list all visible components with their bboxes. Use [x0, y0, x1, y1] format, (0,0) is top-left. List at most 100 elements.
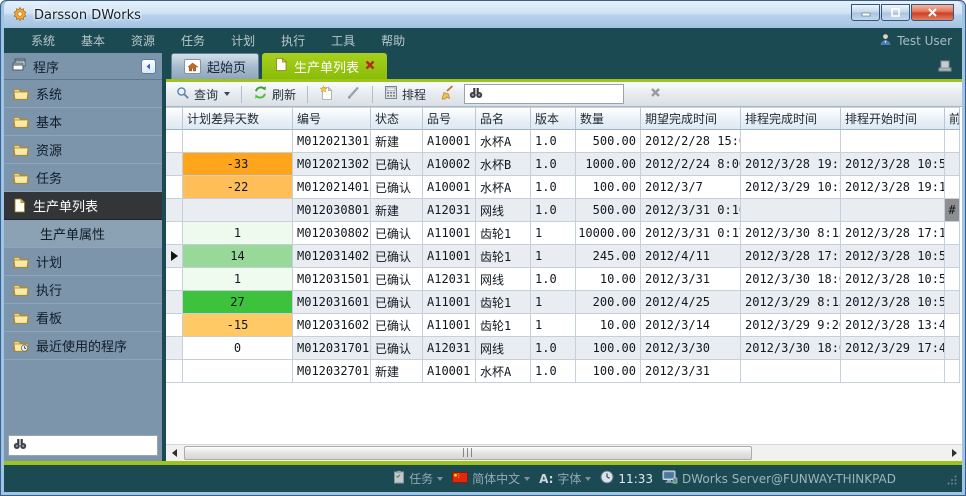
cell-sched_end: 2012/3/30 18:00 [741, 337, 841, 360]
column-header-7[interactable]: 数量 [576, 107, 641, 130]
menu-item-5[interactable]: 执行 [268, 28, 318, 53]
sidebar-collapse-button[interactable] [141, 59, 156, 74]
sidebar-item-3[interactable]: 任务 [4, 164, 162, 192]
sidebar-item-9[interactable]: 最近使用的程序 [4, 332, 162, 360]
cell-code: M012032701 [293, 360, 371, 383]
sidebar-item-2[interactable]: 资源 [4, 136, 162, 164]
close-button[interactable] [911, 4, 954, 21]
minimize-button[interactable] [851, 4, 880, 21]
cell-item_no: A10002 [423, 153, 476, 176]
row-selector-cell[interactable] [166, 176, 183, 199]
column-header-10[interactable]: 排程开始时间 [841, 107, 945, 130]
row-selector-cell[interactable] [166, 130, 183, 153]
tab-home[interactable]: 起始页 [171, 53, 259, 79]
sidebar-item-6[interactable]: 计划 [4, 248, 162, 276]
row-selector-cell[interactable] [166, 245, 183, 268]
menu-item-0[interactable]: 系统 [18, 28, 68, 53]
scrollbar-track[interactable]: ||| [182, 446, 946, 461]
schedule-button[interactable]: 排程 [380, 83, 430, 105]
scroll-left-arrow[interactable] [166, 446, 182, 461]
chevron-down-icon [437, 477, 443, 481]
table-row[interactable]: 1M012030802已确认A11001齿轮1110000.002012/3/3… [166, 222, 962, 245]
table-row[interactable]: 27M012031601已确认A11001齿轮11200.002012/4/25… [166, 291, 962, 314]
cell-diff: 27 [183, 291, 293, 314]
column-header-2[interactable]: 编号 [293, 107, 371, 130]
column-header-6[interactable]: 版本 [531, 107, 576, 130]
menu-item-6[interactable]: 工具 [318, 28, 368, 53]
row-selector-cell[interactable] [166, 337, 183, 360]
font-label: 字体 [557, 470, 581, 487]
row-selector-cell[interactable] [166, 268, 183, 291]
menu-item-4[interactable]: 计划 [218, 28, 268, 53]
menu-item-7[interactable]: 帮助 [368, 28, 418, 53]
table-row[interactable]: M012021301新建A10001水杯A1.0500.002012/2/28 … [166, 130, 962, 153]
tab-production-order-list[interactable]: 生产单列表 [262, 53, 387, 79]
new-button[interactable] [315, 83, 338, 106]
cell-item_no: A12031 [423, 268, 476, 291]
column-header-3[interactable]: 状态 [371, 107, 423, 130]
toolbar-search-clear-icon[interactable] [650, 87, 661, 101]
row-selector-cell[interactable] [166, 360, 183, 383]
column-header-1[interactable]: 计划差异天数 [183, 107, 293, 130]
row-selector-cell[interactable] [166, 153, 183, 176]
cell-sched_start: 2012/3/28 19:10 [841, 176, 945, 199]
sidebar-item-1[interactable]: 基本 [4, 108, 162, 136]
language-menu[interactable]: 简体中文 [452, 470, 530, 487]
row-selector-cell[interactable] [166, 222, 183, 245]
cell-diff: 0 [183, 337, 293, 360]
font-menu[interactable]: A: 字体 [539, 470, 591, 487]
menu-item-3[interactable]: 任务 [168, 28, 218, 53]
sidebar-title: 程序 [33, 57, 59, 76]
cell-sched_start [841, 199, 945, 222]
folder-icon [13, 255, 29, 268]
task-menu[interactable]: 任务 [393, 470, 443, 487]
table-row[interactable]: 14M012031402已确认A11001齿轮11245.002012/4/11… [166, 245, 962, 268]
menu-item-2[interactable]: 资源 [118, 28, 168, 53]
cell-sched_end [741, 130, 841, 153]
toolbar-search-input[interactable] [487, 87, 646, 101]
sidebar-item-0[interactable]: 系统 [4, 80, 162, 108]
sidebar-item-7[interactable]: 执行 [4, 276, 162, 304]
cell-item_no: A11001 [423, 222, 476, 245]
row-selector-cell[interactable] [166, 314, 183, 337]
column-header-5[interactable]: 品名 [476, 107, 531, 130]
column-header-4[interactable]: 品号 [423, 107, 476, 130]
pin-icon[interactable] [937, 60, 952, 75]
horizontal-scrollbar[interactable]: ||| [166, 444, 962, 461]
refresh-button[interactable]: 刷新 [249, 83, 300, 105]
table-row[interactable]: 1M012031501已确认A12031网线1.010.002012/3/312… [166, 268, 962, 291]
row-selector-cell[interactable] [166, 199, 183, 222]
column-header-9[interactable]: 排程完成时间 [741, 107, 841, 130]
column-header-0[interactable] [166, 107, 183, 130]
sidebar-item-8[interactable]: 看板 [4, 304, 162, 332]
clean-button[interactable] [434, 83, 458, 105]
cell-expect: 2012/3/31 0:10 [641, 199, 741, 222]
user-info[interactable]: Test User [879, 33, 952, 49]
table-row[interactable]: -22M012021401已确认A10001水杯A1.0100.002012/3… [166, 176, 962, 199]
sidebar-item-5[interactable]: 生产单属性 [4, 220, 162, 248]
table-row[interactable]: 0M012031701已确认A12031网线1.0100.002012/3/30… [166, 337, 962, 360]
query-button[interactable]: 查询 [172, 84, 234, 105]
scrollbar-thumb[interactable]: ||| [184, 446, 752, 460]
row-selector-cell[interactable] [166, 291, 183, 314]
home-icon [184, 59, 201, 74]
sidebar-item-4[interactable]: 生产单列表 [4, 192, 162, 220]
maximize-button[interactable] [881, 4, 910, 21]
cell-status: 已确认 [371, 291, 423, 314]
table-row[interactable]: -33M012021302已确认A10002水杯B1.01000.002012/… [166, 153, 962, 176]
table-row[interactable]: M012032701新建A10001水杯A1.0100.002012/3/31 [166, 360, 962, 383]
folder-icon [13, 143, 29, 156]
column-header-11[interactable]: 前 [945, 107, 960, 130]
resize-grip[interactable] [947, 474, 957, 488]
cell-status: 新建 [371, 130, 423, 153]
cell-status: 已确认 [371, 176, 423, 199]
table-row[interactable]: -15M012031602已确认A11001齿轮1110.002012/3/14… [166, 314, 962, 337]
recent-folder-icon [13, 339, 29, 352]
table-row[interactable]: M012030801新建A12031网线1.0500.002012/3/31 0… [166, 199, 962, 222]
scroll-right-arrow[interactable] [946, 446, 962, 461]
cell-version: 1.0 [531, 130, 576, 153]
column-header-8[interactable]: 期望完成时间 [641, 107, 741, 130]
edit-button[interactable] [342, 83, 365, 105]
tab-close-icon[interactable] [365, 59, 375, 74]
menu-item-1[interactable]: 基本 [68, 28, 118, 53]
